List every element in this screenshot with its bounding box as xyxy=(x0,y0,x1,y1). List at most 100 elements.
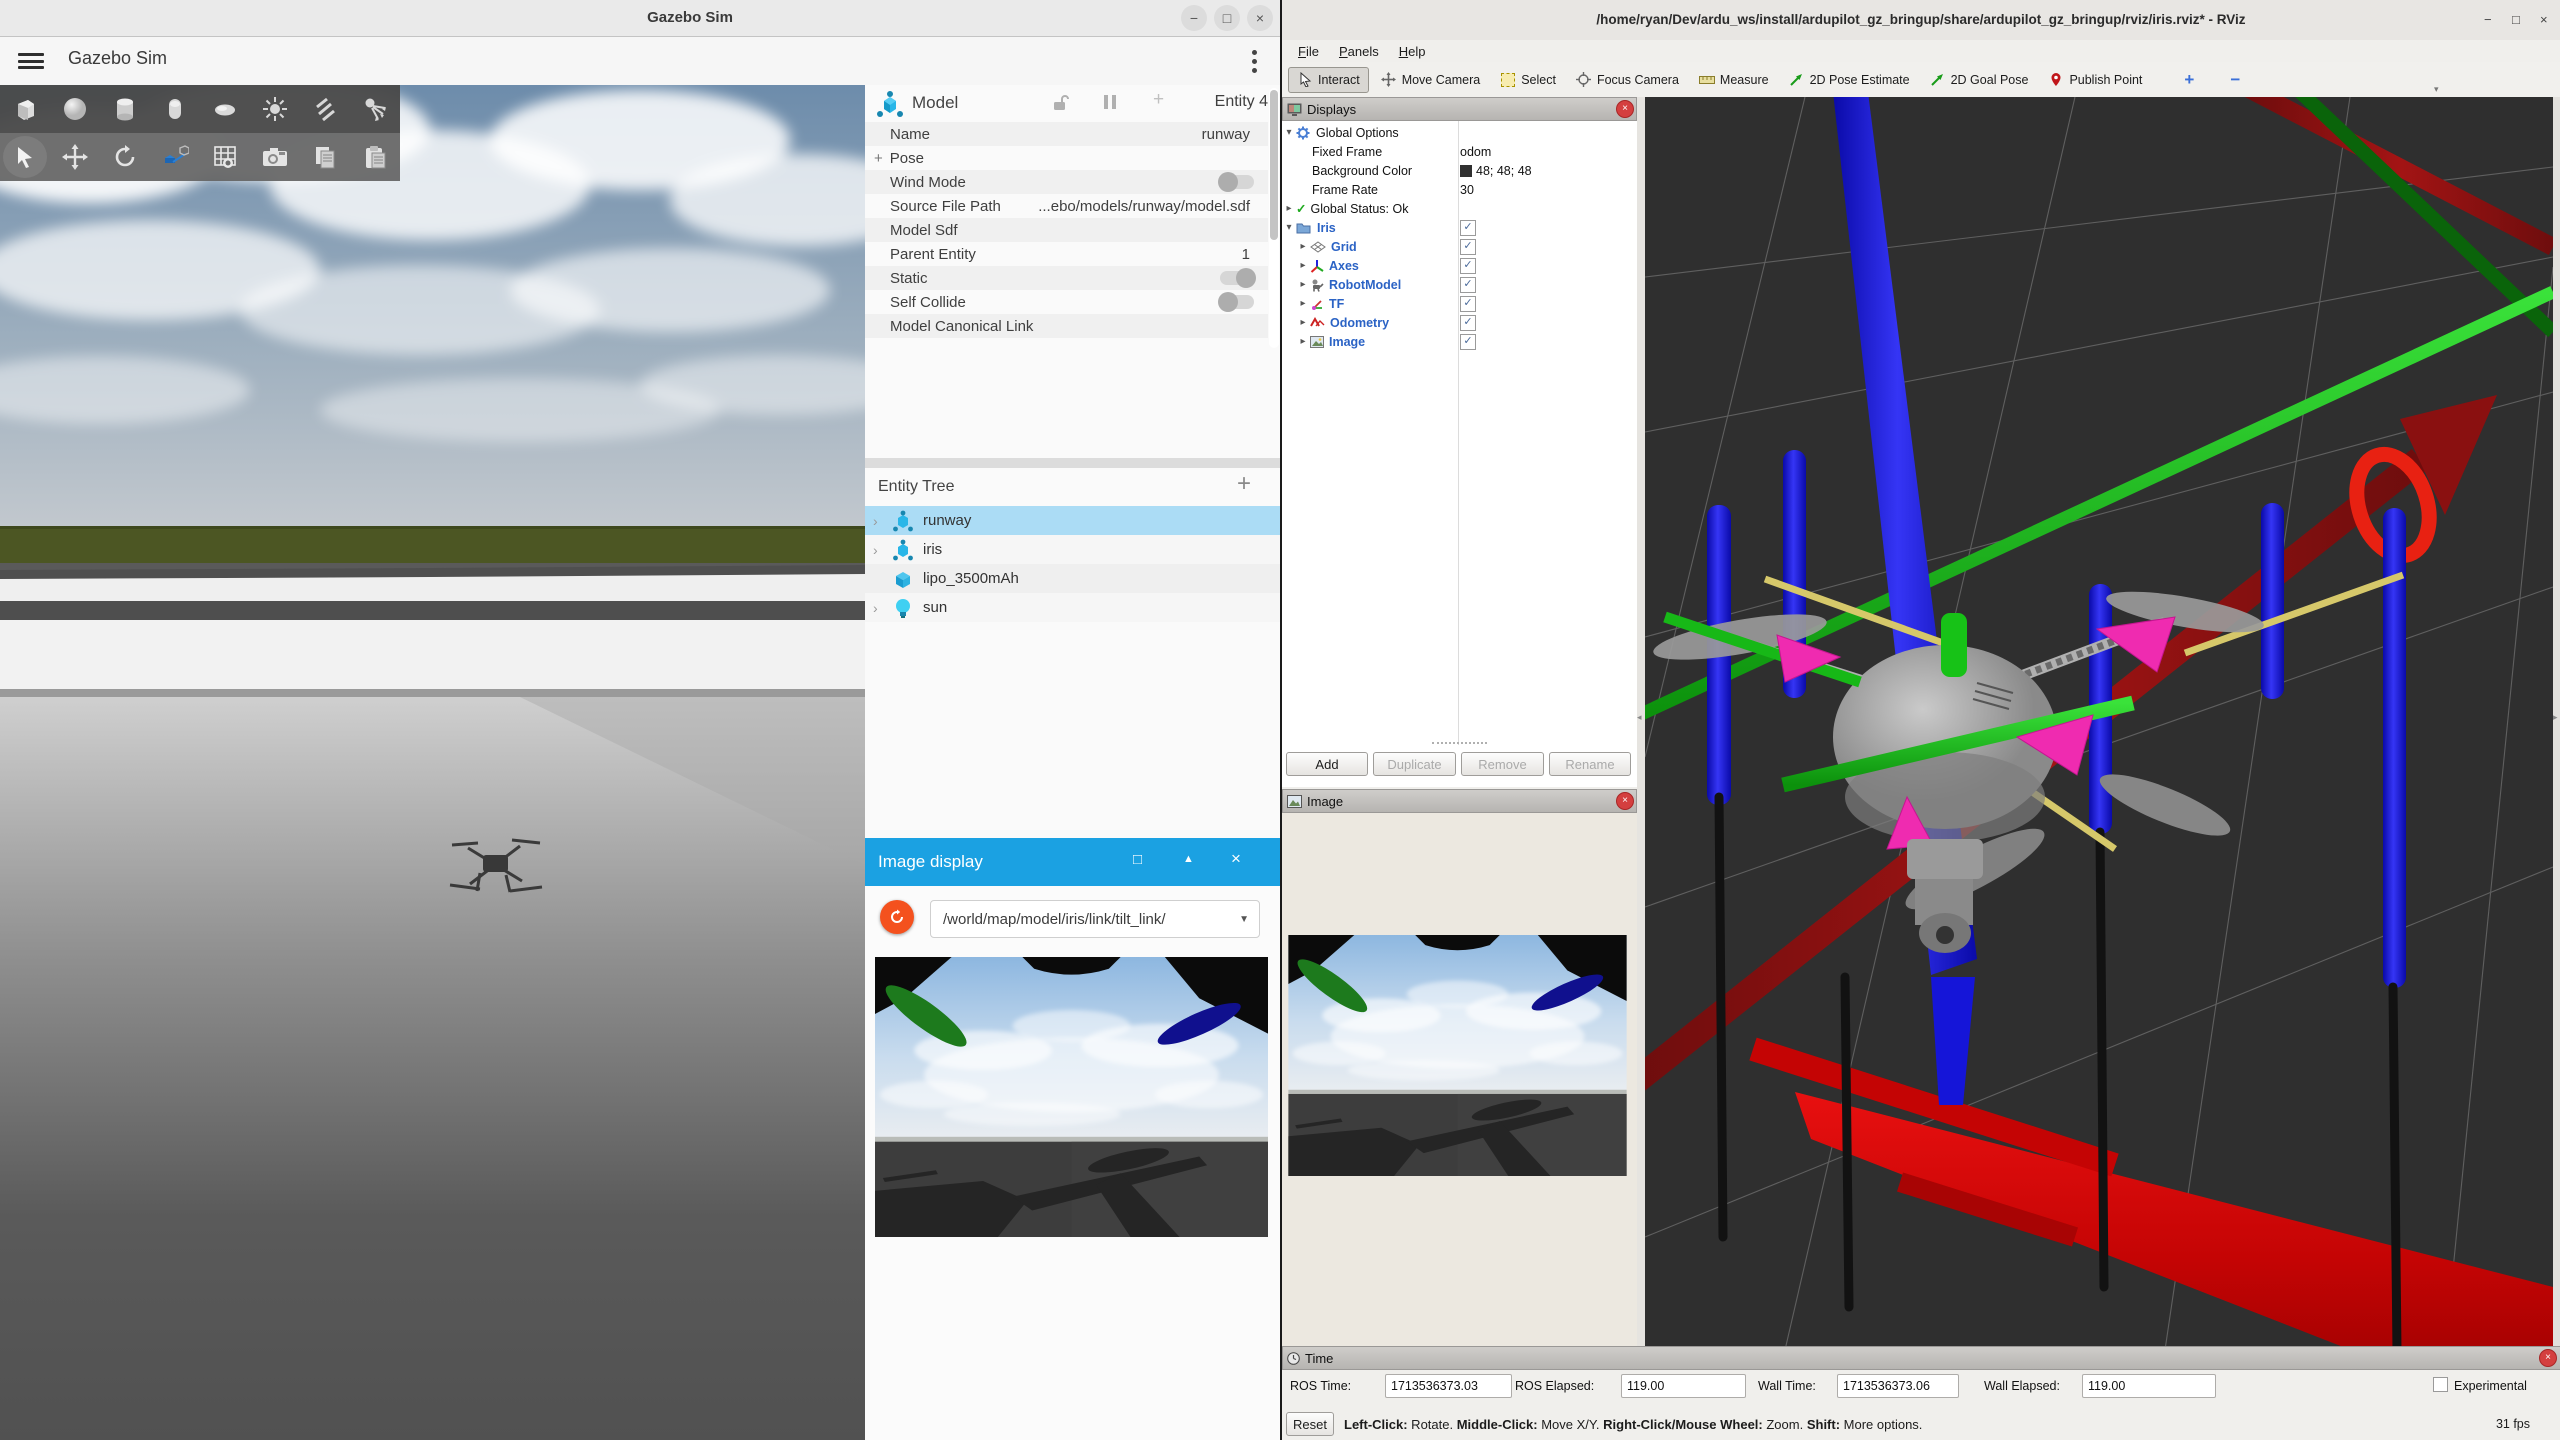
remove-display-button[interactable]: Remove xyxy=(1461,752,1544,776)
close-button[interactable]: × xyxy=(1247,5,1273,31)
insert-capsule-button[interactable] xyxy=(153,88,197,130)
rviz-3d-viewport[interactable] xyxy=(1645,97,2553,1350)
collapse-icon[interactable]: ▲ xyxy=(1183,853,1194,865)
dock-splitter[interactable]: ◂ xyxy=(1637,97,1645,1350)
time-panel-header[interactable]: Time × xyxy=(1282,1346,2560,1370)
close-icon[interactable]: × xyxy=(1231,849,1241,869)
entity-item-iris[interactable]: › iris xyxy=(865,535,1282,564)
menu-panels[interactable]: Panels xyxy=(1331,44,1387,59)
maximize-button[interactable]: □ xyxy=(1214,5,1240,31)
minimize-button[interactable]: − xyxy=(1181,5,1207,31)
model-row-static[interactable]: Static xyxy=(865,266,1268,290)
collapsed-icon[interactable]: ▸ xyxy=(1296,298,1310,309)
wind-mode-toggle[interactable] xyxy=(1220,175,1254,189)
wall-elapsed-field[interactable] xyxy=(2082,1374,2216,1398)
close-button[interactable]: × xyxy=(2540,12,2548,27)
refresh-topic-button[interactable] xyxy=(880,900,914,934)
display-row-background-color[interactable]: Background Color 48; 48; 48 xyxy=(1282,161,1637,180)
insert-cylinder-button[interactable] xyxy=(103,88,147,130)
collapsed-icon[interactable]: ▸ xyxy=(1296,260,1310,271)
select-mode-button[interactable] xyxy=(3,136,47,178)
display-row-global-status[interactable]: ▸ ✓ Global Status: Ok xyxy=(1282,199,1637,218)
interact-tool[interactable]: Interact xyxy=(1288,67,1369,93)
insert-spot-light-button[interactable] xyxy=(353,88,397,130)
grid-checkbox[interactable]: ✓ xyxy=(1460,239,1476,255)
chevron-right-icon[interactable]: › xyxy=(873,513,891,529)
publish-point-tool[interactable]: Publish Point xyxy=(2040,68,2150,92)
collapsed-icon[interactable]: ▸ xyxy=(1296,317,1310,328)
add-entity-button[interactable]: + xyxy=(1237,470,1251,498)
hamburger-menu-icon[interactable] xyxy=(18,53,44,69)
focus-camera-tool[interactable]: Focus Camera xyxy=(1568,68,1687,92)
menu-file[interactable]: File xyxy=(1290,44,1327,59)
rviz-titlebar[interactable]: /home/ryan/Dev/ardu_ws/install/ardupilot… xyxy=(1282,0,2560,41)
close-image-panel-icon[interactable]: × xyxy=(1616,792,1634,810)
insert-box-button[interactable] xyxy=(3,88,47,130)
entity-item-lipo[interactable]: lipo_3500mAh xyxy=(865,564,1282,593)
insert-point-light-button[interactable] xyxy=(253,88,297,130)
reset-button[interactable]: Reset xyxy=(1286,1412,1334,1436)
menu-help[interactable]: Help xyxy=(1391,44,1434,59)
display-row-odometry[interactable]: ▸ Odometry ✓ xyxy=(1282,313,1637,332)
model-row-self-collide[interactable]: Self Collide xyxy=(865,290,1268,314)
wall-time-field[interactable] xyxy=(1837,1374,1959,1398)
odometry-checkbox[interactable]: ✓ xyxy=(1460,315,1476,331)
collapsed-icon[interactable]: ▸ xyxy=(1282,203,1296,214)
topic-dropdown[interactable]: /world/map/model/iris/link/tilt_link/ ▼ xyxy=(930,900,1260,938)
display-row-fixed-frame[interactable]: Fixed Frame odom xyxy=(1282,142,1637,161)
display-row-global-options[interactable]: ▾ Global Options xyxy=(1282,123,1637,142)
snap-tool-button[interactable] xyxy=(153,136,197,178)
kebab-menu-icon[interactable] xyxy=(1252,50,1258,77)
goal-pose-tool[interactable]: 2D Goal Pose xyxy=(1922,68,2037,92)
model-row-wind-mode[interactable]: Wind Mode xyxy=(865,170,1268,194)
image-panel-header[interactable]: Image × xyxy=(1282,789,1637,813)
model-row-source-path[interactable]: Source File Path ...ebo/models/runway/mo… xyxy=(865,194,1268,218)
panel-resize-handle[interactable] xyxy=(1432,742,1487,744)
display-row-image[interactable]: ▸ Image ✓ xyxy=(1282,332,1637,351)
entity-item-sun[interactable]: › sun xyxy=(865,593,1282,622)
display-row-axes[interactable]: ▸ Axes ✓ xyxy=(1282,256,1637,275)
chevron-right-icon[interactable]: › xyxy=(873,542,891,558)
float-panel-icon[interactable]: □ xyxy=(1133,851,1142,868)
toolbar-overflow-icon[interactable]: ▾ xyxy=(2434,84,2439,95)
tf-checkbox[interactable]: ✓ xyxy=(1460,296,1476,312)
model-row-canonical-link[interactable]: Model Canonical Link xyxy=(865,314,1268,338)
right-dock-strip[interactable]: ▸ xyxy=(2553,97,2560,1350)
self-collide-toggle[interactable] xyxy=(1220,295,1254,309)
maximize-button[interactable]: □ xyxy=(2512,12,2520,27)
model-scrollbar[interactable] xyxy=(1269,88,1279,348)
image-display-header[interactable]: Image display □ ▲ × xyxy=(865,838,1282,886)
translate-mode-button[interactable] xyxy=(53,136,97,178)
collapsed-icon[interactable]: ▸ xyxy=(1296,279,1310,290)
display-row-frame-rate[interactable]: Frame Rate 30 xyxy=(1282,180,1637,199)
insert-sphere-button[interactable] xyxy=(53,88,97,130)
rotate-mode-button[interactable] xyxy=(103,136,147,178)
displays-panel-header[interactable]: Displays × xyxy=(1282,97,1637,121)
display-row-grid[interactable]: ▸ Grid ✓ xyxy=(1282,237,1637,256)
screenshot-button[interactable] xyxy=(253,136,297,178)
gazebo-3d-viewport[interactable]: ‹ 93.28 % xyxy=(0,85,865,1440)
measure-tool[interactable]: Measure xyxy=(1691,68,1777,92)
image-checkbox[interactable]: ✓ xyxy=(1460,334,1476,350)
collapsed-icon[interactable]: ▸ xyxy=(1296,336,1310,347)
static-toggle[interactable] xyxy=(1220,271,1254,285)
display-row-tf[interactable]: ▸ TF ✓ xyxy=(1282,294,1637,313)
paste-button[interactable] xyxy=(353,136,397,178)
model-row-model-sdf[interactable]: Model Sdf xyxy=(865,218,1268,242)
duplicate-display-button[interactable]: Duplicate xyxy=(1373,752,1456,776)
insert-ellipsoid-button[interactable] xyxy=(203,88,247,130)
expand-icon[interactable]: + xyxy=(874,150,883,167)
record-video-button[interactable] xyxy=(203,136,247,178)
copy-button[interactable] xyxy=(303,136,347,178)
expanded-icon[interactable]: ▾ xyxy=(1282,127,1296,138)
ros-time-field[interactable] xyxy=(1385,1374,1512,1398)
move-camera-tool[interactable]: Move Camera xyxy=(1373,68,1489,92)
add-tool-button[interactable]: + xyxy=(2176,66,2202,94)
minimize-button[interactable]: − xyxy=(2484,12,2492,27)
insert-directional-light-button[interactable] xyxy=(303,88,347,130)
pose-estimate-tool[interactable]: 2D Pose Estimate xyxy=(1781,68,1918,92)
display-row-iris-group[interactable]: ▾ Iris ✓ xyxy=(1282,218,1637,237)
gazebo-titlebar[interactable]: Gazebo Sim − □ × xyxy=(0,0,1282,37)
iris-checkbox[interactable]: ✓ xyxy=(1460,220,1476,236)
close-time-panel-icon[interactable]: × xyxy=(2539,1349,2557,1367)
